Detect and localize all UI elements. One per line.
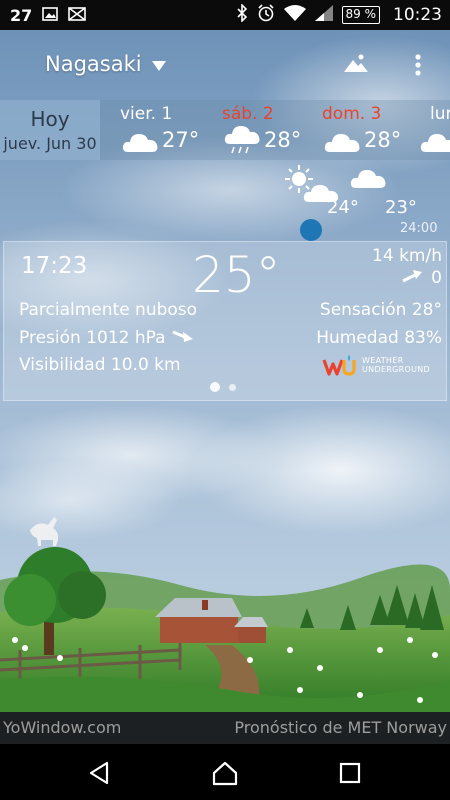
status-time: 10:23 — [393, 5, 442, 25]
condition-text: Parcialmente nuboso — [19, 300, 198, 320]
local-time: 17:23 — [21, 253, 88, 279]
provider-name-line2: UNDERGROUND — [362, 365, 430, 374]
forecast-day-1[interactable]: vier. 1 27° — [110, 100, 220, 160]
alarm-icon — [257, 4, 275, 26]
rain-cloud-icon — [224, 126, 262, 154]
cloud-icon — [122, 130, 160, 154]
hourly-time-label: 24:00 — [400, 221, 438, 236]
wind-direction-icon — [401, 268, 423, 288]
navigation-bar — [0, 744, 450, 800]
forecast-day-4[interactable]: lur — [418, 100, 450, 160]
humidity-text: Humedad 83% — [316, 328, 442, 348]
wind-speed: 14 km/h — [372, 246, 442, 266]
status-temperature: 27 — [10, 5, 33, 25]
location-selector[interactable]: Nagasaki — [45, 52, 166, 76]
wind-gust: 0 — [431, 268, 442, 288]
forecast-day-2[interactable]: sáb. 2 28° — [212, 100, 322, 160]
day-name: vier. 1 — [120, 104, 173, 124]
today-label: Hoy — [30, 107, 70, 131]
image-icon — [42, 6, 59, 25]
battery-icon: 89 % — [341, 6, 380, 24]
day-name: lur — [430, 104, 450, 124]
forecast-credit-link[interactable]: Pronóstico de MET Norway — [234, 718, 447, 737]
cloud-icon — [350, 168, 388, 190]
more-vert-icon[interactable] — [405, 50, 431, 80]
hourly-forecast[interactable]: 24° 23° 24:00 — [0, 160, 450, 245]
time-marker[interactable] — [300, 219, 322, 241]
landscape-icon[interactable] — [342, 52, 370, 76]
day-name: sáb. 2 — [222, 104, 274, 124]
forecast-today[interactable]: Hoy juev. Jun 30 — [0, 100, 100, 160]
pressure-text: Presión 1012 hPa — [19, 328, 166, 348]
cloud-icon — [324, 130, 362, 154]
visibility-text: Visibilidad 10.0 km — [19, 355, 181, 375]
provider-name-line1: WEATHER — [362, 356, 404, 365]
bluetooth-icon — [236, 3, 248, 26]
weather-underground-logo[interactable]: WEATHER UNDERGROUND — [322, 354, 430, 376]
credits-bar: YoWindow.com Pronóstico de MET Norway — [0, 712, 450, 744]
dropdown-arrow-icon — [151, 52, 166, 76]
wu-logo-icon — [322, 355, 356, 376]
wifi-icon — [283, 5, 306, 25]
back-icon[interactable] — [85, 758, 115, 788]
wind-info: 14 km/h 0 — [372, 246, 442, 288]
app-header: Nagasaki — [0, 30, 450, 100]
cloud-icon — [420, 130, 450, 154]
day-temperature: 28° — [364, 128, 402, 152]
forecast-day-3[interactable]: dom. 3 28° — [312, 100, 422, 160]
day-temperature: 27° — [162, 128, 200, 152]
page-dot-active[interactable] — [210, 382, 220, 392]
current-temperature: 25° — [192, 246, 281, 304]
app-credit-link[interactable]: YoWindow.com — [3, 718, 121, 737]
today-date: juev. Jun 30 — [3, 134, 97, 153]
day-name: dom. 3 — [322, 104, 382, 124]
crossed-flag-icon — [68, 6, 87, 25]
hourly-temperature: 23° — [385, 197, 417, 218]
feels-like-text: Sensación 28° — [319, 300, 442, 320]
signal-icon — [314, 5, 333, 25]
page-indicator[interactable] — [210, 382, 236, 392]
daily-forecast-strip: Hoy juev. Jun 30 vier. 1 27° sáb. 2 28° … — [0, 100, 450, 160]
page-dot[interactable] — [229, 383, 236, 391]
status-bar: 27 89 % 10:23 — [0, 0, 450, 30]
day-temperature: 28° — [264, 128, 302, 152]
home-icon[interactable] — [210, 758, 240, 788]
hourly-temperature: 24° — [327, 197, 359, 218]
pressure-info: Presión 1012 hPa — [19, 328, 194, 348]
pressure-trend-icon — [171, 328, 194, 348]
city-name: Nagasaki — [45, 52, 142, 76]
recents-icon[interactable] — [335, 758, 365, 788]
current-conditions-panel[interactable]: 17:23 25° 14 km/h 0 Parcialmente nuboso … — [3, 241, 447, 401]
